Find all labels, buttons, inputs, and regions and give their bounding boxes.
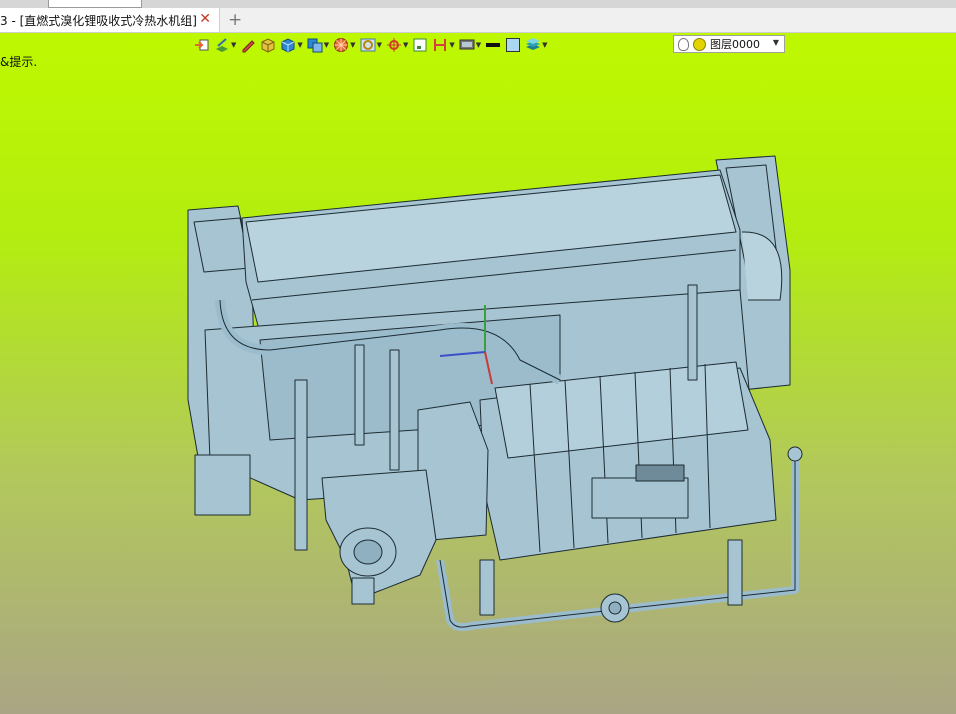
3d-viewport[interactable]: &提示. ▼ ▼ ▼ ▼ ▼ ▼ ▼ ▼ ▼ 图层0000 ▼: [0, 33, 956, 714]
close-icon[interactable]: ✕: [199, 11, 211, 27]
tab-title: 3 - [直燃式溴化锂吸收式冷热水机组]: [0, 13, 197, 28]
document-tab[interactable]: 3 - [直燃式溴化锂吸收式冷热水机组] ✕: [0, 8, 220, 32]
tab-bar: 3 - [直燃式溴化锂吸收式冷热水机组] ✕ +: [0, 8, 956, 33]
chiller-model[interactable]: [0, 33, 956, 714]
new-tab-button[interactable]: +: [228, 10, 242, 30]
control-panel-left: [194, 454, 251, 516]
top-field[interactable]: [48, 0, 142, 8]
